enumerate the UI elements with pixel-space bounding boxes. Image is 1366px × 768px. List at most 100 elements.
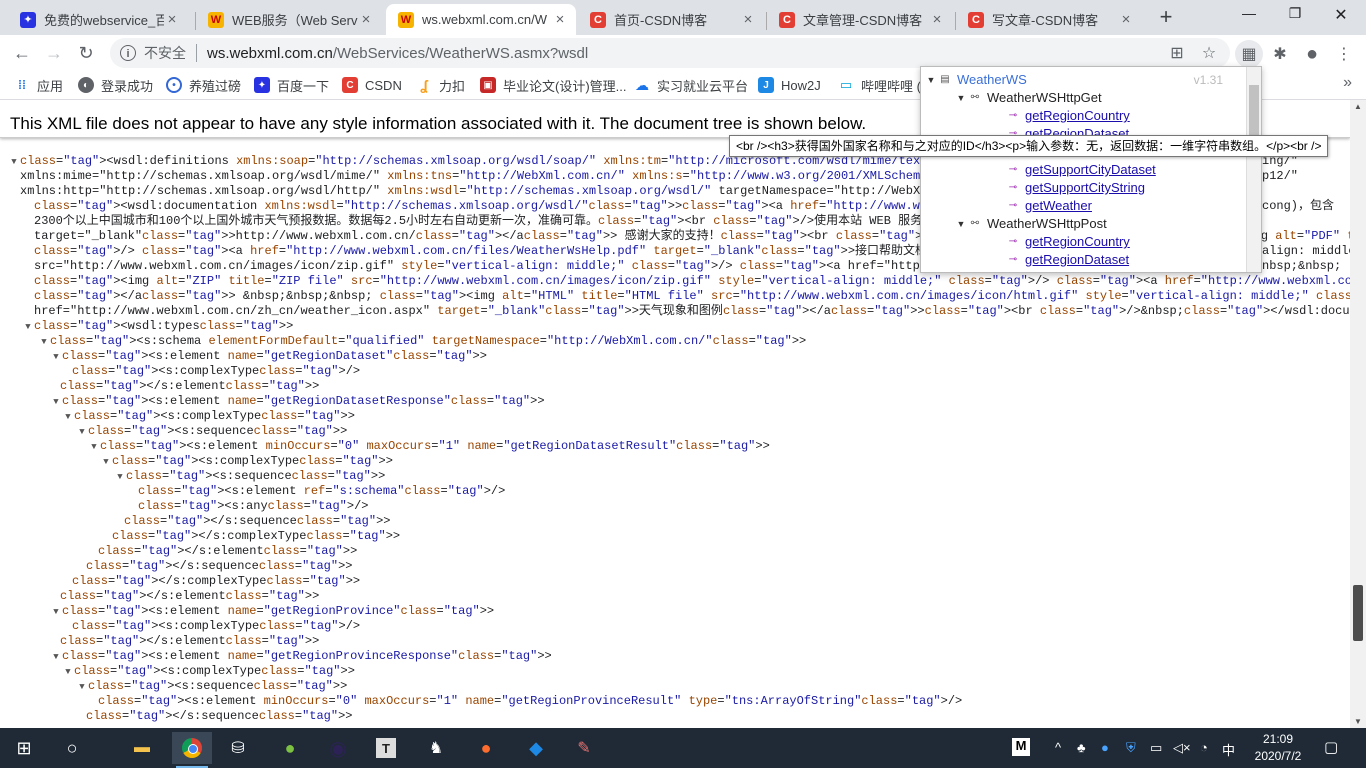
tree-operation-node[interactable]: ⊸ getSupportCityString [1005,180,1145,195]
bookmark-leetcode[interactable]: ʆ 力扣 [416,75,465,95]
collapse-arrow-icon[interactable]: ▼ [50,605,62,620]
tab-wsdl-active[interactable]: W ws.webxml.com.cn/W × [386,4,576,35]
close-window-button[interactable]: ✕ [1318,5,1364,25]
bookmark-csdn[interactable]: C CSDN [342,75,402,95]
collapse-arrow-icon[interactable]: ▼ [50,350,62,365]
bookmark-weighing[interactable]: • 养殖过磅 [166,75,241,95]
menu-kebab-icon[interactable]: ⋮ [1332,42,1356,66]
extensions-puzzle-icon[interactable]: ✱ [1268,42,1292,66]
operation-link[interactable]: getRegionCountry [1025,108,1130,123]
network-app-icon[interactable]: ● [1101,740,1109,755]
battery-icon[interactable]: ▭ [1150,740,1162,756]
collapse-arrow-icon[interactable]: ▼ [100,455,112,470]
wifi-icon[interactable]: ◔ [1200,740,1208,755]
collapse-arrow-icon[interactable]: ▼ [22,320,34,335]
panel-scrollbar-thumb[interactable] [1249,85,1259,135]
volume-muted-icon[interactable]: ◁× [1173,740,1191,756]
system-clock[interactable]: 21:09 2020/7/2 [1248,731,1308,765]
back-button[interactable]: ← [10,41,34,65]
tab-csdn-home[interactable]: C 首页-CSDN博客 × [578,4,764,35]
file-explorer-icon[interactable]: ▬ [122,732,162,764]
operation-link[interactable]: getRegionDataset [1025,252,1129,267]
tab-csdn-articles[interactable]: C 文章管理-CSDN博客 × [767,4,953,35]
feishu-icon[interactable]: ◆ [516,732,556,764]
profile-avatar-icon[interactable]: ● [1300,42,1324,66]
minimize-button[interactable]: — [1226,5,1272,21]
wechat-icon[interactable]: ● [270,732,310,764]
expand-arrow-icon[interactable]: ▼ [925,75,937,85]
collapse-arrow-icon[interactable]: ▼ [50,650,62,665]
close-icon[interactable]: × [1118,11,1134,28]
wsdl-extension-icon[interactable]: ▦ [1235,40,1263,68]
tool-icon[interactable]: ✎ [564,732,604,764]
tree-operation-node[interactable]: ⊸ getWeather [1005,198,1092,213]
operation-link[interactable]: getSupportCityString [1025,180,1145,195]
tree-binding-node[interactable]: ▼ ⚯ WeatherWSHttpGet [955,90,1102,105]
info-icon[interactable]: i [120,45,136,61]
close-icon[interactable]: × [164,11,180,28]
operation-link[interactable]: getSupportCityDataset [1025,162,1156,177]
translate-icon[interactable]: ⊞ [1168,44,1186,62]
tree-operation-node[interactable]: ⊸ getSupportCityDataset [1005,162,1156,177]
shield-icon[interactable]: ⛨ [1126,740,1136,756]
insecure-label[interactable]: 不安全 [144,43,186,63]
tree-operation-node[interactable]: ⊸ getRegionDataset [1005,252,1129,267]
search-circle-icon[interactable]: ○ [52,732,92,764]
chrome-icon[interactable] [172,732,212,768]
forward-button[interactable]: → [42,41,66,65]
scroll-down-arrow-icon[interactable]: ▼ [1354,717,1362,726]
panel-scrollbar[interactable] [1246,67,1261,272]
tray-expand-icon[interactable]: ^ [1055,740,1061,755]
bookmarks-overflow-icon[interactable]: » [1343,74,1352,92]
page-scrollbar[interactable]: ▲ ▼ [1350,100,1366,728]
expand-arrow-icon[interactable]: ▼ [955,219,967,229]
bookmark-baidu[interactable]: ✦ 百度一下 [254,75,329,95]
close-icon[interactable]: × [358,11,374,28]
tree-operation-node[interactable]: ⊸ getRegionCountry [1005,108,1130,123]
bookmark-thesis[interactable]: ▣ 毕业论文(设计)管理... [480,75,627,95]
collapse-arrow-icon[interactable]: ▼ [50,395,62,410]
qq-icon[interactable]: ♣ [1077,740,1086,755]
collapse-arrow-icon[interactable]: ▼ [76,425,88,440]
typora-icon[interactable]: T [366,732,406,764]
tree-binding-node[interactable]: ▼ ⚯ WeatherWSHttpPost [955,216,1107,231]
eclipse-icon[interactable]: ◉ [318,732,358,764]
database-icon[interactable]: ⛁ [218,732,258,764]
notification-icon[interactable]: ▢ [1324,738,1338,756]
operation-link[interactable]: getWeather [1025,198,1092,213]
bookmark-internship[interactable]: ☁ 实习就业云平台 [634,75,748,95]
collapse-arrow-icon[interactable]: ▼ [76,680,88,695]
tab-baidu-webservice[interactable]: ✦ 免费的webservice_百度 × [8,4,188,35]
binding-label[interactable]: WeatherWSHttpGet [987,90,1102,105]
windows-start-icon[interactable]: ⊞ [4,732,44,764]
navicat-icon[interactable]: ♞ [416,732,456,764]
close-icon[interactable]: × [929,11,945,28]
collapse-arrow-icon[interactable]: ▼ [8,155,20,170]
collapse-arrow-icon[interactable]: ▼ [38,335,50,350]
bookmark-how2j[interactable]: J How2J [758,75,821,95]
ime-mode-indicator[interactable]: M [1012,738,1030,756]
reload-button[interactable]: ↻ [74,41,98,65]
maximize-button[interactable]: ❐ [1272,5,1318,22]
expand-arrow-icon[interactable]: ▼ [955,93,967,103]
url-text[interactable]: ws.webxml.com.cn/WebServices/WeatherWS.a… [207,45,588,62]
scrollbar-thumb[interactable] [1353,585,1363,641]
bookmark-star-icon[interactable]: ☆ [1200,44,1218,62]
close-icon[interactable]: × [552,11,568,28]
tree-root-label[interactable]: WeatherWS [957,72,1027,87]
ime-language[interactable]: 中 [1222,740,1235,759]
collapse-arrow-icon[interactable]: ▼ [114,470,126,485]
close-icon[interactable]: × [740,11,756,28]
bookmark-bilibili[interactable]: ▭ 哔哩哔哩 ( [838,75,921,95]
tree-root[interactable]: ▼ ▤ WeatherWS [925,72,1027,87]
binding-label[interactable]: WeatherWSHttpPost [987,216,1107,231]
collapse-arrow-icon[interactable]: ▼ [62,665,74,680]
scroll-up-arrow-icon[interactable]: ▲ [1354,102,1362,111]
bookmark-login[interactable]: ◐ 登录成功 [78,75,153,95]
tree-operation-node[interactable]: ⊸ getRegionCountry [1005,234,1130,249]
address-bar[interactable]: i 不安全 ws.webxml.com.cn/WebServices/Weath… [110,38,1230,68]
collapse-arrow-icon[interactable]: ▼ [62,410,74,425]
collapse-arrow-icon[interactable]: ▼ [88,440,100,455]
tab-csdn-write[interactable]: C 写文章-CSDN博客 × [956,4,1142,35]
new-tab-button[interactable]: + [1154,6,1178,28]
